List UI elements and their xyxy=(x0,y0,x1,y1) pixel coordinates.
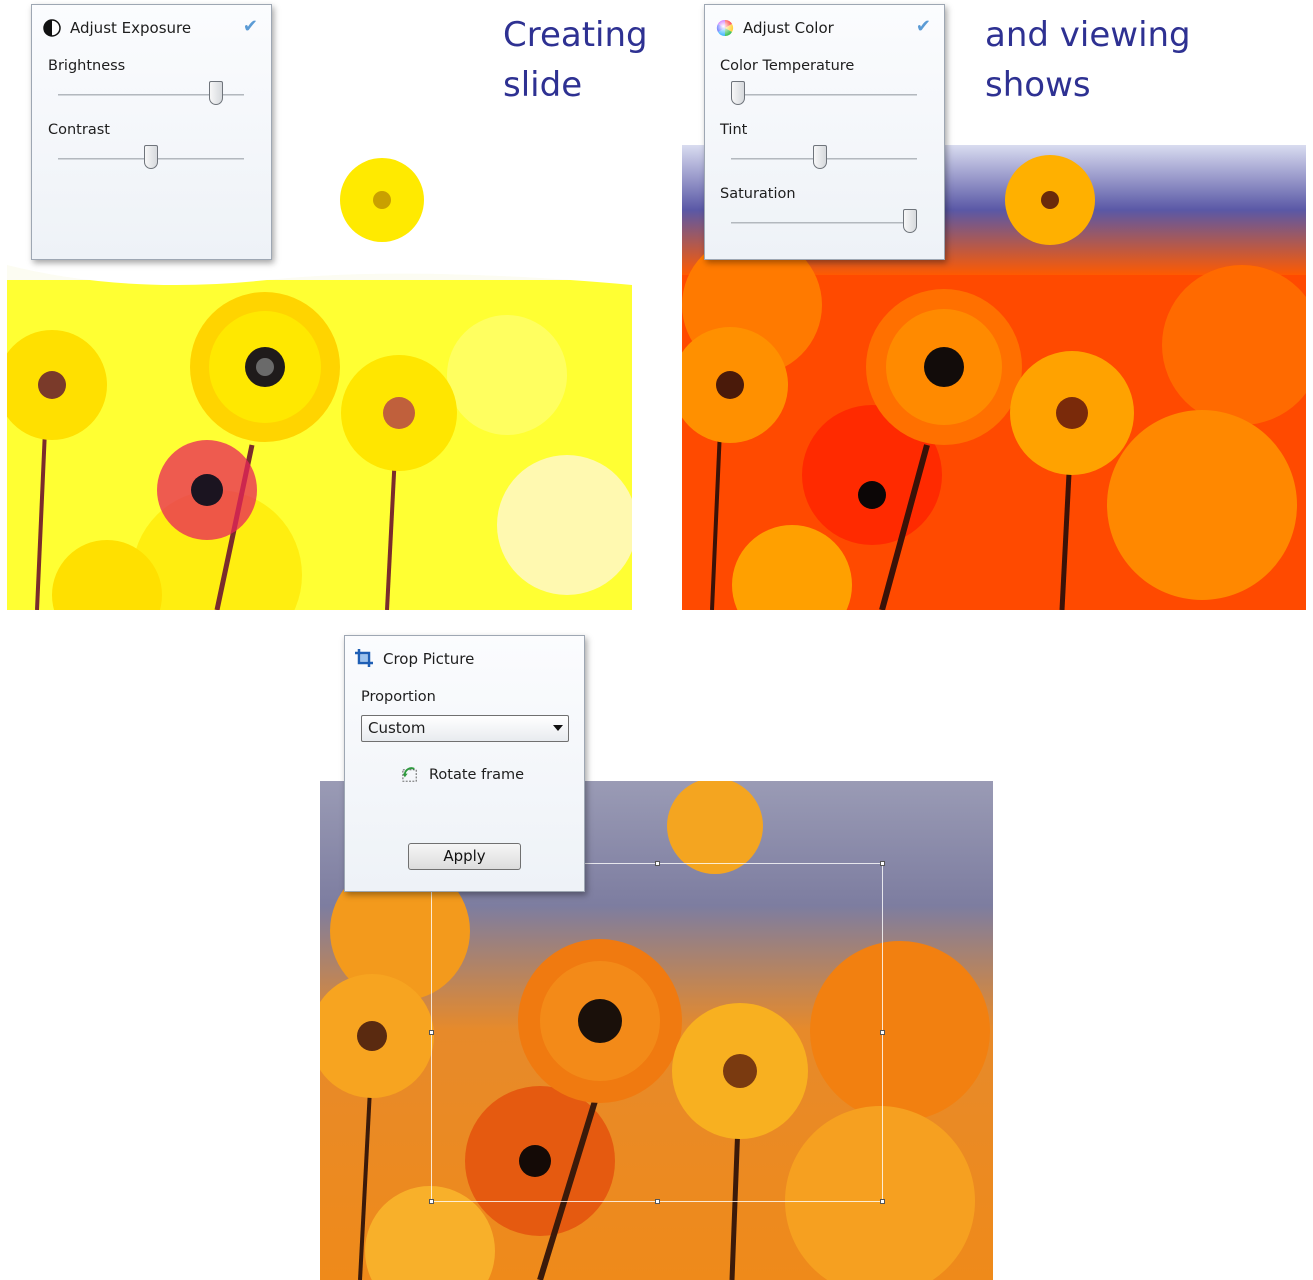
tint-slider[interactable] xyxy=(731,145,917,175)
half-circle-contrast-icon xyxy=(43,19,61,37)
rotate-frame-label: Rotate frame xyxy=(429,767,525,783)
checkmark-icon[interactable]: ✔ xyxy=(243,16,258,37)
headline-line: slide xyxy=(503,65,583,105)
crop-handle-bottom-right[interactable] xyxy=(880,1199,885,1204)
tint-label: Tint xyxy=(720,122,748,138)
crop-icon xyxy=(355,649,373,667)
proportion-label: Proportion xyxy=(361,689,436,705)
color-wheel-icon xyxy=(716,19,734,37)
panel-title: Adjust Color xyxy=(743,19,834,37)
color-temperature-label: Color Temperature xyxy=(720,58,855,74)
apply-button[interactable]: Apply xyxy=(408,843,521,870)
slider-thumb[interactable] xyxy=(209,81,224,105)
crop-handle-top[interactable] xyxy=(655,861,660,866)
headline-viewing: and viewing shows xyxy=(985,10,1191,110)
crop-handle-bottom-left[interactable] xyxy=(429,1199,434,1204)
panel-title: Crop Picture xyxy=(383,650,475,668)
saturation-slider[interactable] xyxy=(731,209,917,239)
slider-thumb[interactable] xyxy=(731,81,746,105)
crop-frame[interactable] xyxy=(429,861,885,1204)
proportion-dropdown[interactable]: Custom xyxy=(361,715,569,742)
headline-line: shows xyxy=(985,65,1091,105)
slider-track xyxy=(731,94,917,96)
headline-line: Creating xyxy=(503,15,648,55)
headline-line: and viewing xyxy=(985,15,1191,55)
crop-handle-right[interactable] xyxy=(880,1030,885,1035)
contrast-slider[interactable] xyxy=(58,145,244,175)
adjust-exposure-panel: Adjust Exposure ✔ Brightness Contrast xyxy=(31,4,272,260)
crop-handle-bottom[interactable] xyxy=(655,1199,660,1204)
adjust-color-panel: Adjust Color ✔ Color Temperature Tint Sa… xyxy=(704,4,945,260)
slider-track xyxy=(731,222,917,224)
rotate-frame-icon xyxy=(402,767,417,782)
slider-thumb[interactable] xyxy=(144,145,158,169)
brightness-label: Brightness xyxy=(48,58,126,74)
color-temperature-slider[interactable] xyxy=(731,81,917,111)
saturation-label: Saturation xyxy=(720,186,796,202)
crop-handle-left[interactable] xyxy=(429,1030,434,1035)
panel-title: Adjust Exposure xyxy=(70,19,192,37)
slider-thumb[interactable] xyxy=(813,145,828,169)
slider-thumb[interactable] xyxy=(902,209,917,233)
contrast-label: Contrast xyxy=(48,122,110,138)
crop-picture-panel: Crop Picture Proportion Custom Rotate fr… xyxy=(344,635,585,892)
proportion-selected-value: Custom xyxy=(368,719,426,737)
brightness-slider[interactable] xyxy=(58,81,244,111)
headline-creating: Creating slide xyxy=(503,10,648,110)
crop-handle-top-right[interactable] xyxy=(880,861,885,866)
checkmark-icon[interactable]: ✔ xyxy=(916,16,931,37)
chevron-down-icon xyxy=(553,725,563,731)
